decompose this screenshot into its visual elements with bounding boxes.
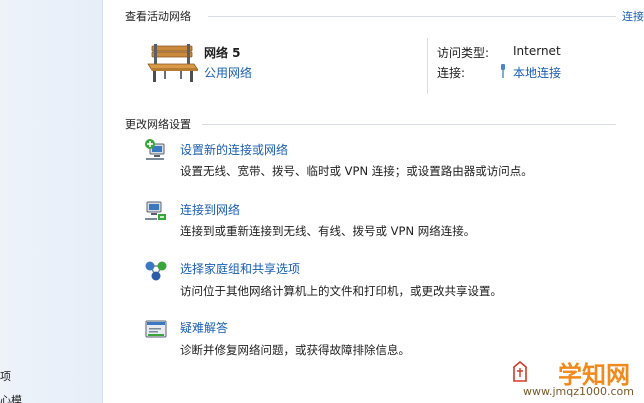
- left-nav-item-fragment[interactable]: 心模: [0, 392, 22, 403]
- left-navigation-pane: 项 心模: [0, 0, 103, 403]
- active-networks-header: 查看活动网络: [125, 10, 191, 23]
- connect-or-disconnect-link[interactable]: 连接: [622, 8, 644, 24]
- section-divider: [208, 16, 616, 17]
- section-divider: [202, 124, 616, 125]
- setup-new-connection-description: 设置无线、宽带、拨号、临时或 VPN 连接；或设置路由器或访问点。: [180, 164, 533, 178]
- connect-network-icon: [145, 201, 166, 220]
- local-connection-link[interactable]: 本地连接: [513, 64, 561, 81]
- watermark-logo-icon: [513, 361, 527, 382]
- connections-label: 连接:: [437, 66, 466, 80]
- network-category-link[interactable]: 公用网络: [204, 64, 252, 81]
- change-settings-header: 更改网络设置: [125, 118, 191, 131]
- vertical-divider: [427, 38, 428, 94]
- watermark-url: www.jmqz1000.com: [523, 385, 634, 398]
- homegroup-sharing-options-link[interactable]: 选择家庭组和共享选项: [180, 260, 300, 277]
- network-sharing-center-main: 查看活动网络 连接 网络 5 公用网络 访问类型: Internet 连接: 本…: [104, 0, 644, 403]
- access-type-value: Internet: [513, 44, 561, 58]
- troubleshoot-icon: [145, 320, 167, 338]
- network-name: 网络 5: [204, 46, 241, 60]
- ethernet-connection-icon: [501, 64, 505, 78]
- site-watermark: 学知网 www.jmqz1000.com: [508, 355, 636, 399]
- connect-to-network-description: 连接到或重新连接到无线、有线、拨号或 VPN 网络连接。: [180, 224, 476, 238]
- access-type-label: 访问类型:: [437, 46, 490, 60]
- homegroup-sharing-options-description: 访问位于其他网络计算机上的文件和打印机，或更改共享设置。: [180, 284, 502, 298]
- setup-new-connection-link[interactable]: 设置新的连接或网络: [180, 141, 288, 158]
- left-nav-item-fragment[interactable]: 项: [0, 368, 11, 384]
- connect-to-network-link[interactable]: 连接到网络: [180, 201, 240, 218]
- troubleshoot-problems-link[interactable]: 疑难解答: [180, 319, 228, 336]
- homegroup-icon: [145, 261, 167, 281]
- troubleshoot-problems-description: 诊断并修复网络问题，或获得故障排除信息。: [180, 343, 410, 357]
- network-setup-icon: [145, 139, 165, 160]
- public-network-bench-icon: [147, 44, 198, 82]
